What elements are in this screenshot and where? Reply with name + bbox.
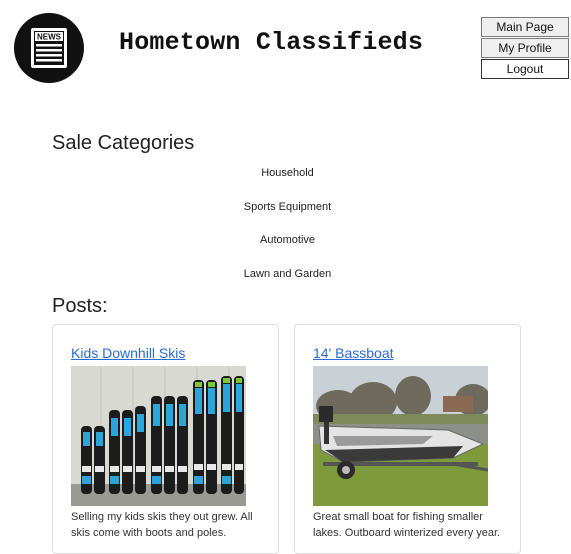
post-description: Selling my kids skis they out grew. All …: [71, 511, 253, 539]
post-card: Kids Downhill Skis Selling my kids skis …: [52, 324, 279, 554]
site-title: Hometown Classifieds: [119, 28, 424, 57]
category-sports-equipment[interactable]: Sports Equipment: [0, 201, 571, 213]
main-page-button[interactable]: Main Page: [481, 17, 569, 37]
category-household[interactable]: Household: [0, 167, 571, 179]
post-title-link[interactable]: Kids Downhill Skis: [71, 345, 185, 361]
category-lawn-and-garden[interactable]: Lawn and Garden: [0, 268, 571, 280]
logout-button[interactable]: Logout: [481, 59, 569, 79]
newspaper-logo-icon: NEWS: [14, 13, 84, 83]
posts-heading: Posts:: [52, 295, 108, 317]
category-automotive[interactable]: Automotive: [0, 234, 571, 246]
post-title-link[interactable]: 14' Bassboat: [313, 345, 394, 361]
nav-menu: Main Page My Profile Logout: [481, 17, 569, 80]
my-profile-button[interactable]: My Profile: [481, 38, 569, 58]
logo-text: NEWS: [37, 33, 62, 42]
bassboat-photo[interactable]: [313, 366, 488, 506]
post-description: Great small boat for fishing smaller lak…: [313, 511, 501, 539]
post-card: 14' Bassboat Great small boat for fishin…: [294, 324, 521, 554]
skis-photo[interactable]: [71, 366, 246, 506]
sale-categories-heading: Sale Categories: [52, 132, 195, 154]
